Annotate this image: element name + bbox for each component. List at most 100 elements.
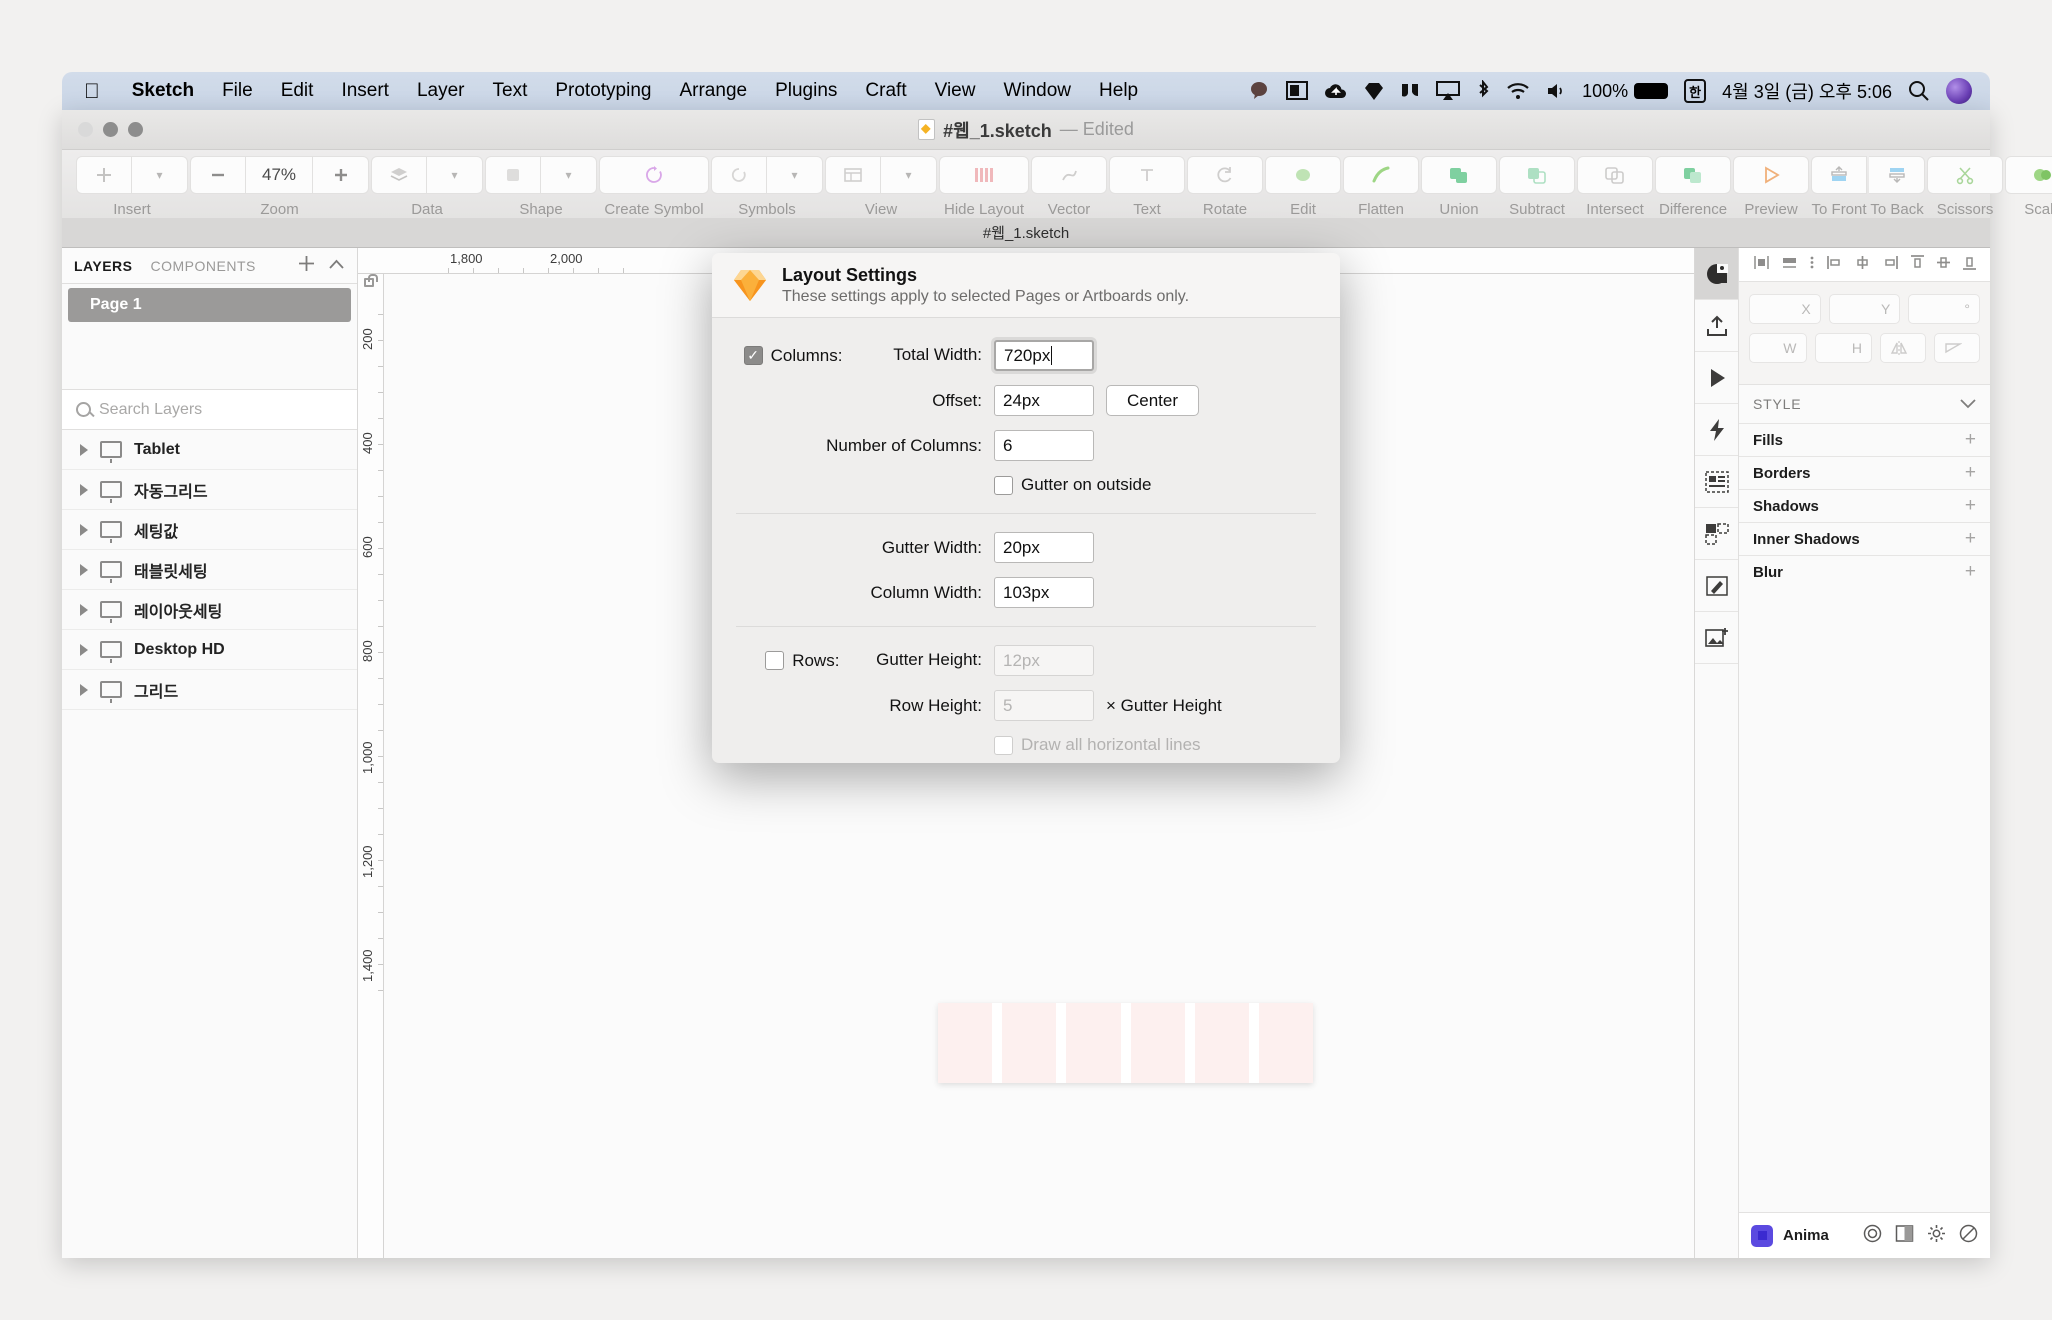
layer-row-tablet-setting[interactable]: 태블릿세팅: [62, 550, 357, 590]
to-front-button[interactable]: [1811, 156, 1868, 194]
disclosure-triangle-icon[interactable]: [80, 603, 88, 616]
row-height-input[interactable]: 5: [994, 690, 1094, 721]
bluetooth-icon[interactable]: [1476, 80, 1490, 102]
zoom-level-display[interactable]: 47%: [246, 156, 314, 194]
gutter-height-input[interactable]: 12px: [994, 645, 1094, 676]
shape-dropdown[interactable]: ▾: [541, 156, 598, 194]
battery-indicator[interactable]: 100%: [1582, 81, 1669, 102]
distribute-horizontal-icon[interactable]: [1781, 255, 1798, 275]
menu-item-help[interactable]: Help: [1085, 80, 1152, 102]
rail-button-play[interactable]: [1695, 352, 1738, 404]
rail-button-add-image[interactable]: [1695, 612, 1738, 664]
style-section-header[interactable]: STYLE: [1739, 385, 1990, 423]
difference-button[interactable]: [1655, 156, 1732, 194]
speech-bubble-icon[interactable]: [1248, 80, 1270, 102]
text-button[interactable]: [1109, 156, 1186, 194]
width-field[interactable]: W: [1749, 333, 1807, 363]
disclosure-triangle-icon[interactable]: [80, 643, 88, 656]
toolbar-group-create-symbol[interactable]: Create Symbol: [599, 156, 710, 218]
more-options-icon[interactable]: [1809, 255, 1815, 275]
disclosure-triangle-icon[interactable]: [80, 683, 88, 696]
insert-dropdown[interactable]: ▾: [132, 156, 188, 194]
disclosure-triangle-icon[interactable]: [80, 563, 88, 576]
toolbar-group-preview[interactable]: Preview: [1733, 156, 1810, 218]
toolbar-group-hide-layout[interactable]: Hide Layout: [939, 156, 1030, 218]
add-blur-icon[interactable]: +: [1965, 561, 1976, 583]
search-input[interactable]: Search Layers: [99, 401, 202, 419]
add-inner-shadow-icon[interactable]: +: [1965, 528, 1976, 550]
style-row-inner-shadows[interactable]: Inner Shadows +: [1739, 522, 1990, 555]
scissors-button[interactable]: [1927, 156, 2004, 194]
chevron-down-icon[interactable]: [1960, 396, 1976, 412]
layer-row-desktop-hd[interactable]: Desktop HD: [62, 630, 357, 670]
style-row-shadows[interactable]: Shadows +: [1739, 489, 1990, 522]
toolbar-group-insert[interactable]: ▾ Insert: [76, 156, 188, 218]
layer-row-layout-setting[interactable]: 레이아웃세팅: [62, 590, 357, 630]
add-fill-icon[interactable]: +: [1965, 429, 1976, 451]
flatten-button[interactable]: [1343, 156, 1420, 194]
gear-icon[interactable]: [1927, 1224, 1946, 1248]
target-icon[interactable]: [1863, 1224, 1882, 1248]
style-row-blur[interactable]: Blur +: [1739, 555, 1990, 588]
to-back-button[interactable]: [1869, 156, 1926, 194]
rows-checkbox[interactable]: [765, 651, 785, 671]
symbols-button[interactable]: [711, 156, 768, 194]
layer-row-settings-value[interactable]: 세팅값: [62, 510, 357, 550]
data-button[interactable]: [371, 156, 428, 194]
columns-checkbox[interactable]: ✓: [743, 346, 763, 366]
tab-components[interactable]: COMPONENTS: [151, 258, 256, 274]
menu-item-window[interactable]: Window: [989, 80, 1085, 102]
cloud-upload-icon[interactable]: [1324, 82, 1348, 100]
preview-button[interactable]: [1733, 156, 1810, 194]
menu-item-plugins[interactable]: Plugins: [761, 80, 851, 102]
flip-vertical-button[interactable]: [1934, 333, 1980, 363]
disclosure-triangle-icon[interactable]: [80, 483, 88, 496]
style-row-fills[interactable]: Fills +: [1739, 423, 1990, 456]
clock[interactable]: 4월 3일 (금) 오후 5:06: [1722, 78, 1892, 104]
add-shadow-icon[interactable]: +: [1965, 495, 1976, 517]
rotate-button[interactable]: [1187, 156, 1264, 194]
center-button[interactable]: Center: [1106, 385, 1200, 416]
volume-icon[interactable]: [1546, 82, 1566, 100]
align-left-edge-icon[interactable]: [1826, 255, 1843, 275]
toolbar-group-difference[interactable]: Difference: [1655, 156, 1732, 218]
toolbar-group-to-front[interactable]: To Front: [1811, 156, 1868, 218]
artboard-grid-preview[interactable]: [938, 1003, 1313, 1083]
data-dropdown[interactable]: ▾: [427, 156, 484, 194]
toolbar-group-scissors[interactable]: Scissors: [1927, 156, 2004, 218]
layer-row-autogrid[interactable]: 자동그리드: [62, 470, 357, 510]
toolbar-group-text[interactable]: Text: [1109, 156, 1186, 218]
toolbar-group-flatten[interactable]: Flatten: [1343, 156, 1420, 218]
rail-button-lightning[interactable]: [1695, 404, 1738, 456]
apple-icon[interactable]: : [84, 81, 100, 102]
menu-item-view[interactable]: View: [921, 80, 990, 102]
edit-button[interactable]: [1265, 156, 1342, 194]
subtract-button[interactable]: [1499, 156, 1576, 194]
view-button[interactable]: [825, 156, 882, 194]
rail-button-edit-image[interactable]: [1695, 560, 1738, 612]
y-field[interactable]: Y: [1828, 294, 1901, 324]
document-tab-strip[interactable]: #웹_1.sketch: [62, 218, 1990, 248]
toolbar-group-subtract[interactable]: Subtract: [1499, 156, 1576, 218]
toolbar-group-view[interactable]: ▾ View: [825, 156, 938, 218]
sketch-diamond-icon[interactable]: [1364, 81, 1384, 101]
layer-row-tablet[interactable]: Tablet: [62, 430, 357, 470]
x-field[interactable]: X: [1749, 294, 1821, 324]
rail-button-content[interactable]: [1695, 456, 1738, 508]
draw-horizontal-lines-option[interactable]: Draw all horizontal lines: [994, 735, 1201, 755]
zoom-out-button[interactable]: [190, 156, 246, 194]
flip-horizontal-button[interactable]: [1880, 333, 1926, 363]
hide-layout-button[interactable]: [939, 156, 1030, 194]
style-row-borders[interactable]: Borders +: [1739, 456, 1990, 489]
wifi-icon[interactable]: [1506, 82, 1530, 100]
toolbar-group-edit[interactable]: Edit: [1265, 156, 1342, 218]
align-middle-icon[interactable]: [1936, 254, 1951, 276]
height-field[interactable]: H: [1814, 333, 1872, 363]
rotation-field[interactable]: °: [1908, 294, 1981, 324]
input-source-icon[interactable]: 한: [1684, 79, 1707, 103]
vertical-ruler[interactable]: 200 400 600 800 1,000 1,200 1,400: [358, 274, 384, 1258]
rail-button-mask[interactable]: [1695, 508, 1738, 560]
siri-icon[interactable]: [1946, 78, 1972, 104]
draw-horizontal-lines-checkbox[interactable]: [994, 735, 1013, 755]
menu-item-sketch[interactable]: Sketch: [118, 80, 208, 102]
